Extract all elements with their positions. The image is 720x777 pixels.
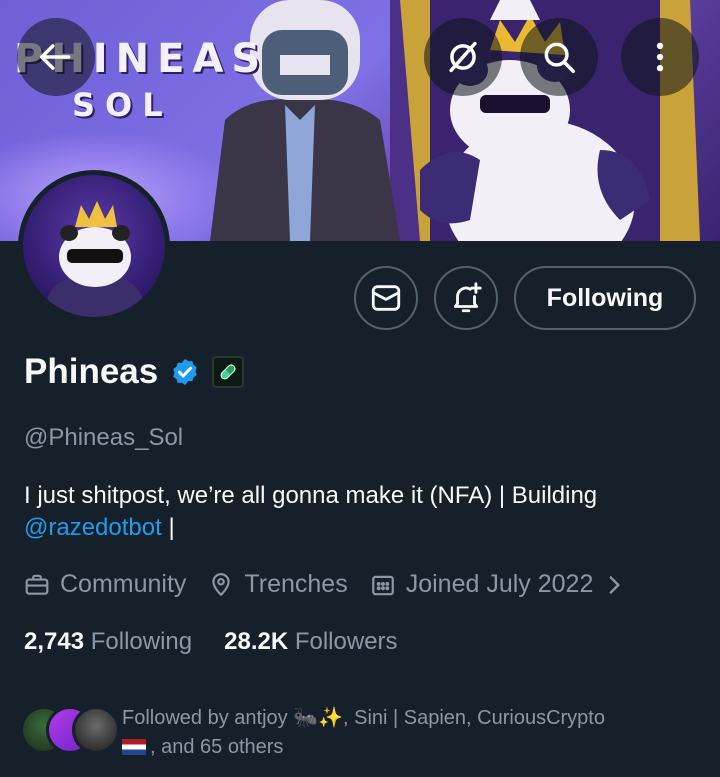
search-icon: [544, 42, 575, 73]
display-name: Phineas: [24, 352, 159, 391]
verified-badge-icon[interactable]: [170, 357, 200, 387]
followed-by-line1: Followed by antjoy 🐜✨, Sini | Sapien, Cu…: [122, 707, 605, 729]
back-button[interactable]: [17, 18, 95, 96]
meta-joined-label: Joined July 2022: [405, 570, 594, 598]
avatar[interactable]: [18, 170, 170, 322]
following-count-link[interactable]: 2,743 Following: [24, 628, 192, 656]
avatar-image: [47, 201, 143, 317]
netherlands-flag-icon: [122, 739, 146, 755]
grok-icon: [449, 41, 477, 73]
meta-location: Trenches: [208, 570, 348, 599]
profile-handle: @Phineas_Sol: [24, 424, 184, 451]
bio-suffix: |: [161, 514, 175, 541]
profile-bio: I just shitpost, we’re all gonna make it…: [24, 480, 704, 544]
more-icon: [656, 42, 664, 72]
chevron-right-icon: [609, 575, 620, 594]
following-button[interactable]: Following: [514, 266, 696, 330]
bell-plus-icon: [453, 282, 482, 313]
following-count: 2,743: [24, 628, 85, 655]
following-count-label: Following: [90, 628, 193, 655]
banner-logo-line2: SOL: [72, 86, 173, 124]
profile-name-row: Phineas: [24, 352, 245, 392]
message-icon: [371, 285, 401, 311]
back-arrow-icon: [40, 44, 71, 70]
location-pin-icon: [212, 572, 231, 596]
follower-avatar: [72, 706, 120, 754]
bio-text: I just shitpost, we’re all gonna make it…: [24, 482, 598, 509]
message-button[interactable]: [354, 266, 418, 330]
grok-button[interactable]: [424, 18, 502, 96]
followed-by-text: Followed by antjoy 🐜✨, Sini | Sapien, Cu…: [122, 704, 682, 762]
follow-counts: 2,743 Following 28.2K Followers: [24, 628, 398, 656]
followed-by-line2: , and 65 others: [150, 736, 284, 758]
bio-mention-link[interactable]: @razedotbot: [24, 514, 162, 541]
meta-category-label: Community: [60, 570, 187, 598]
meta-joined[interactable]: Joined July 2022: [370, 570, 628, 599]
briefcase-icon: [25, 574, 49, 595]
followers-count-label: Followers: [294, 628, 398, 655]
notify-button[interactable]: [434, 266, 498, 330]
more-button[interactable]: [621, 18, 699, 96]
affiliate-badge-icon[interactable]: [212, 356, 245, 388]
search-button[interactable]: [520, 18, 598, 96]
followed-by[interactable]: Followed by antjoy 🐜✨, Sini | Sapien, Cu…: [20, 704, 682, 762]
follower-avatar-stack: [20, 704, 120, 756]
followers-count-link[interactable]: 28.2K Followers: [224, 628, 397, 656]
calendar-icon: [371, 575, 394, 595]
profile-meta: Community Trenches Joined July 2022: [24, 570, 649, 599]
meta-location-label: Trenches: [244, 570, 348, 598]
meta-category: Community: [24, 570, 186, 599]
followers-count: 28.2K: [224, 628, 289, 655]
pill-icon: [220, 363, 237, 380]
